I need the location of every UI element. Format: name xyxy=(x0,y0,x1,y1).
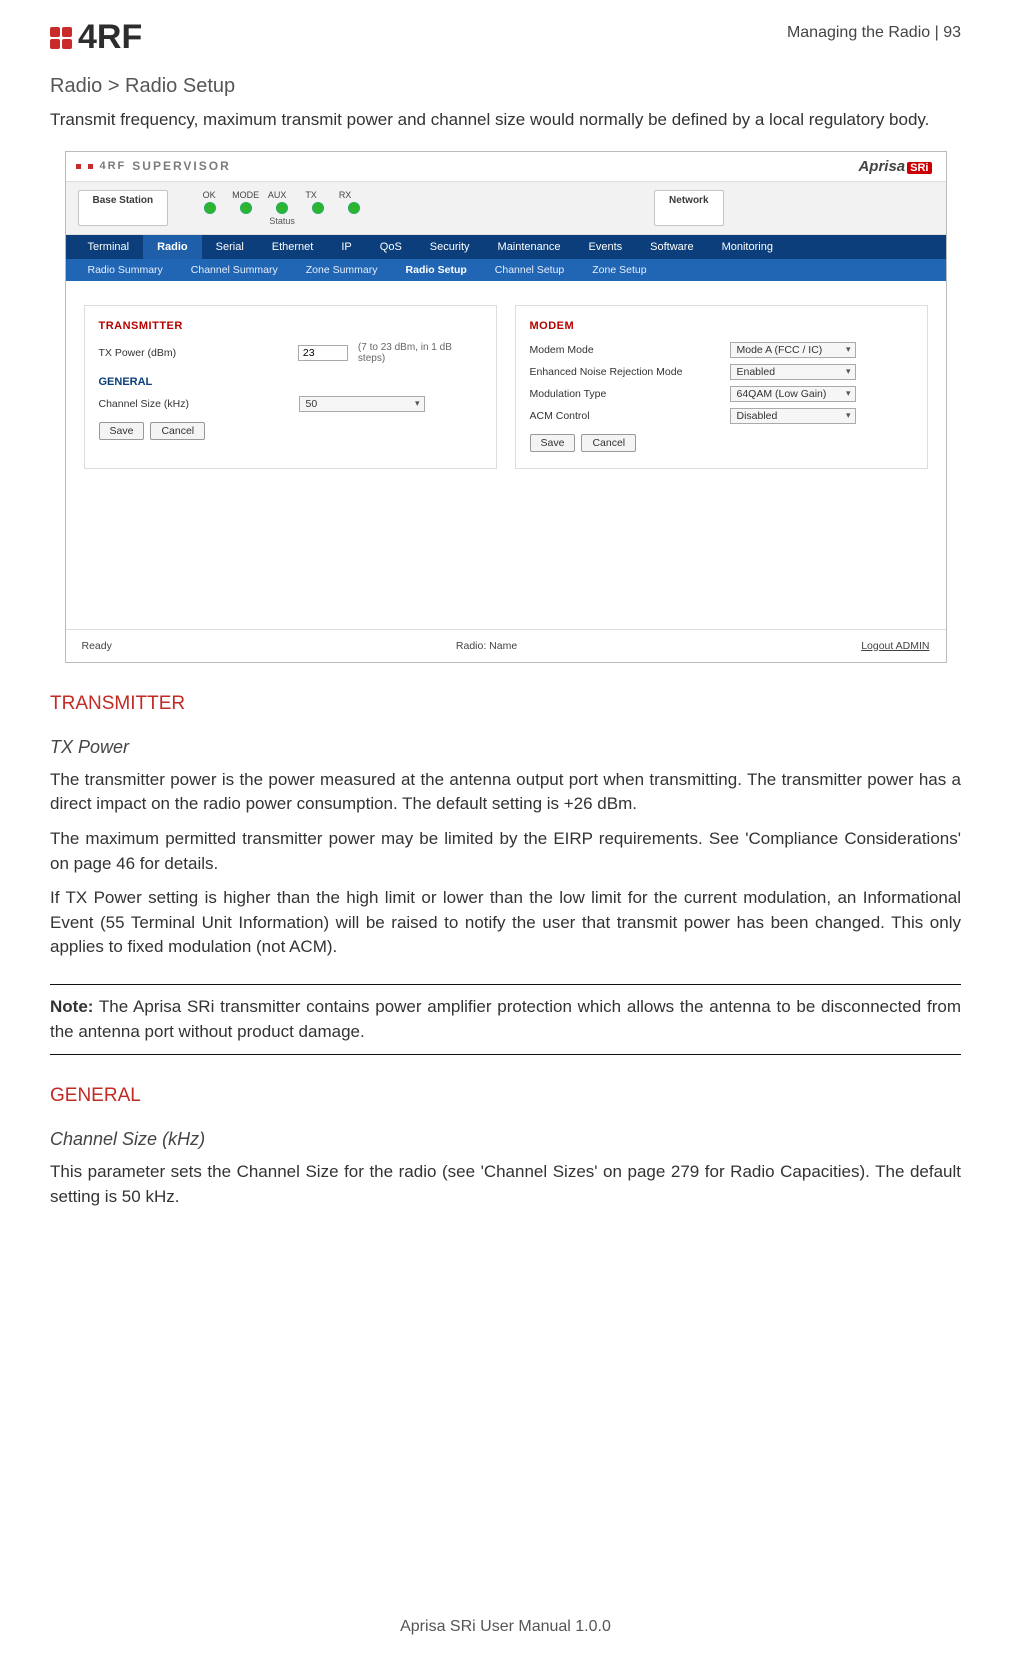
cancel-button-modem[interactable]: Cancel xyxy=(581,434,636,452)
panel-sub-general: GENERAL xyxy=(99,376,482,388)
logout-link[interactable]: Logout ADMIN xyxy=(861,640,929,652)
acm-select[interactable]: Disabled xyxy=(730,408,856,424)
nav-serial[interactable]: Serial xyxy=(202,235,258,259)
channel-size-label: Channel Size (kHz) xyxy=(99,398,289,410)
note-text: Note: The Aprisa SRi transmitter contain… xyxy=(50,995,961,1044)
led-aux xyxy=(276,202,288,214)
supervisor-label: SUPERVISOR xyxy=(132,159,230,173)
modulation-select[interactable]: 64QAM (Low Gain) xyxy=(730,386,856,402)
cancel-button[interactable]: Cancel xyxy=(150,422,205,440)
panel-modem: MODEM Modem Mode Mode A (FCC / IC) Enhanc… xyxy=(515,305,928,469)
tx-text-2: The maximum permitted transmitter power … xyxy=(50,827,961,876)
channel-size-select[interactable]: 50 xyxy=(299,396,425,412)
tx-text-1: The transmitter power is the power measu… xyxy=(50,768,961,817)
led-rx xyxy=(348,202,360,214)
breadcrumb: Radio > Radio Setup xyxy=(50,75,961,98)
subnav-radio-setup[interactable]: Radio Setup xyxy=(392,259,481,281)
tab-base-station[interactable]: Base Station xyxy=(78,190,169,226)
nav-security[interactable]: Security xyxy=(416,235,484,259)
intro-text: Transmit frequency, maximum transmit pow… xyxy=(50,108,961,133)
supervisor-screenshot: 4RF SUPERVISOR AprisaSRi Base Station OK… xyxy=(65,151,947,663)
aprisa-logo: AprisaSRi xyxy=(858,158,931,175)
enr-select[interactable]: Enabled xyxy=(730,364,856,380)
nav-secondary: Radio Summary Channel Summary Zone Summa… xyxy=(66,259,946,281)
modulation-label: Modulation Type xyxy=(530,388,720,400)
panel-transmitter: TRANSMITTER TX Power (dBm) (7 to 23 dBm,… xyxy=(84,305,497,469)
tab-network[interactable]: Network xyxy=(654,190,723,226)
heading-channel-size: Channel Size (kHz) xyxy=(50,1129,961,1150)
enr-label: Enhanced Noise Rejection Mode xyxy=(530,366,720,378)
panel-title-modem: MODEM xyxy=(530,320,913,332)
brand-logo: 4RF xyxy=(50,18,142,57)
nav-maintenance[interactable]: Maintenance xyxy=(484,235,575,259)
led-mode xyxy=(240,202,252,214)
heading-tx-power: TX Power xyxy=(50,737,961,758)
led-ok xyxy=(204,202,216,214)
section-transmitter: TRANSMITTER xyxy=(50,693,961,715)
nav-monitoring[interactable]: Monitoring xyxy=(708,235,787,259)
section-general: GENERAL xyxy=(50,1085,961,1107)
nav-software[interactable]: Software xyxy=(636,235,707,259)
mini-brand: 4RF xyxy=(100,160,127,172)
page-header: Managing the Radio | 93 xyxy=(787,24,961,42)
tx-text-3: If TX Power setting is higher than the h… xyxy=(50,886,961,960)
nav-primary: Terminal Radio Serial Ethernet IP QoS Se… xyxy=(66,235,946,259)
modem-mode-select[interactable]: Mode A (FCC / IC) xyxy=(730,342,856,358)
channel-size-text: This parameter sets the Channel Size for… xyxy=(50,1160,961,1209)
nav-qos[interactable]: QoS xyxy=(366,235,416,259)
save-button-modem[interactable]: Save xyxy=(530,434,576,452)
subnav-zone-summary[interactable]: Zone Summary xyxy=(292,259,392,281)
status-radio: Radio: Name xyxy=(456,640,517,652)
save-button[interactable]: Save xyxy=(99,422,145,440)
brand-text: 4RF xyxy=(78,18,142,57)
subnav-channel-setup[interactable]: Channel Setup xyxy=(481,259,578,281)
subnav-radio-summary[interactable]: Radio Summary xyxy=(74,259,177,281)
status-ready: Ready xyxy=(82,640,112,652)
tx-power-input[interactable] xyxy=(298,345,348,361)
subnav-zone-setup[interactable]: Zone Setup xyxy=(578,259,660,281)
nav-radio[interactable]: Radio xyxy=(143,235,202,259)
nav-ethernet[interactable]: Ethernet xyxy=(258,235,328,259)
status-leds: OK MODE AUX TX RX Status xyxy=(198,190,366,226)
subnav-channel-summary[interactable]: Channel Summary xyxy=(177,259,292,281)
nav-ip[interactable]: IP xyxy=(327,235,365,259)
acm-label: ACM Control xyxy=(530,410,720,422)
nav-events[interactable]: Events xyxy=(575,235,637,259)
status-label: Status xyxy=(198,216,366,226)
tx-range-note: (7 to 23 dBm, in 1 dB steps) xyxy=(358,342,482,364)
tx-power-label: TX Power (dBm) xyxy=(99,347,288,359)
led-tx xyxy=(312,202,324,214)
nav-terminal[interactable]: Terminal xyxy=(74,235,144,259)
page-footer: Aprisa SRi User Manual 1.0.0 xyxy=(0,1618,1011,1636)
modem-mode-label: Modem Mode xyxy=(530,344,720,356)
panel-title-transmitter: TRANSMITTER xyxy=(99,320,482,332)
